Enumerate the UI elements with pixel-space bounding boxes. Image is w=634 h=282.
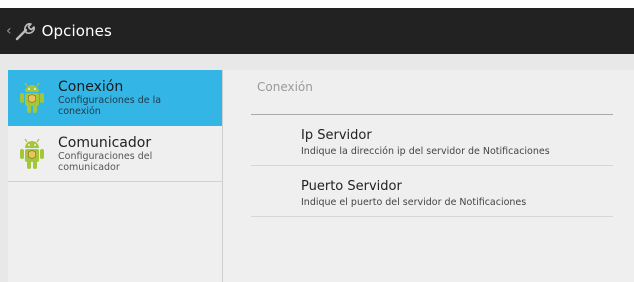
up-caret-icon[interactable]: ‹ [6,24,12,38]
settings-body: Conexión Configuraciones de la conexión [0,54,634,282]
android-robot-icon [14,78,50,118]
pref-item-puerto-servidor[interactable]: Puerto Servidor Indique el puerto del se… [251,167,613,217]
header-summary: Configuraciones de la conexión [58,94,162,117]
header-item-comunicador[interactable]: Comunicador Configuraciones del comunica… [8,126,222,182]
wrench-icon[interactable] [14,20,36,42]
pref-summary: Indique la dirección ip del servidor de … [301,146,550,157]
header-summary: Configuraciones del comunicador [58,150,153,173]
category-title: Conexión [257,80,313,94]
header-title: Comunicador [58,134,152,151]
action-bar: ‹ Opciones [0,8,634,54]
pref-title: Ip Servidor [301,128,372,143]
pref-title: Puerto Servidor [301,179,402,194]
action-bar-title: Opciones [41,22,112,40]
header-title: Conexión [58,78,124,95]
header-item-conexion[interactable]: Conexión Configuraciones de la conexión [8,70,222,126]
top-strip [0,0,634,8]
category-divider [251,114,613,115]
preferences-pane: Conexión Ip Servidor Indique la direcció… [223,70,634,282]
pref-divider [251,216,613,217]
headers-list: Conexión Configuraciones de la conexión [8,70,222,282]
pref-item-ip-servidor[interactable]: Ip Servidor Indique la dirección ip del … [251,116,613,166]
pref-summary: Indique el puerto del servidor de Notifi… [301,197,527,208]
pref-divider [251,165,613,166]
android-robot-icon [14,134,50,174]
